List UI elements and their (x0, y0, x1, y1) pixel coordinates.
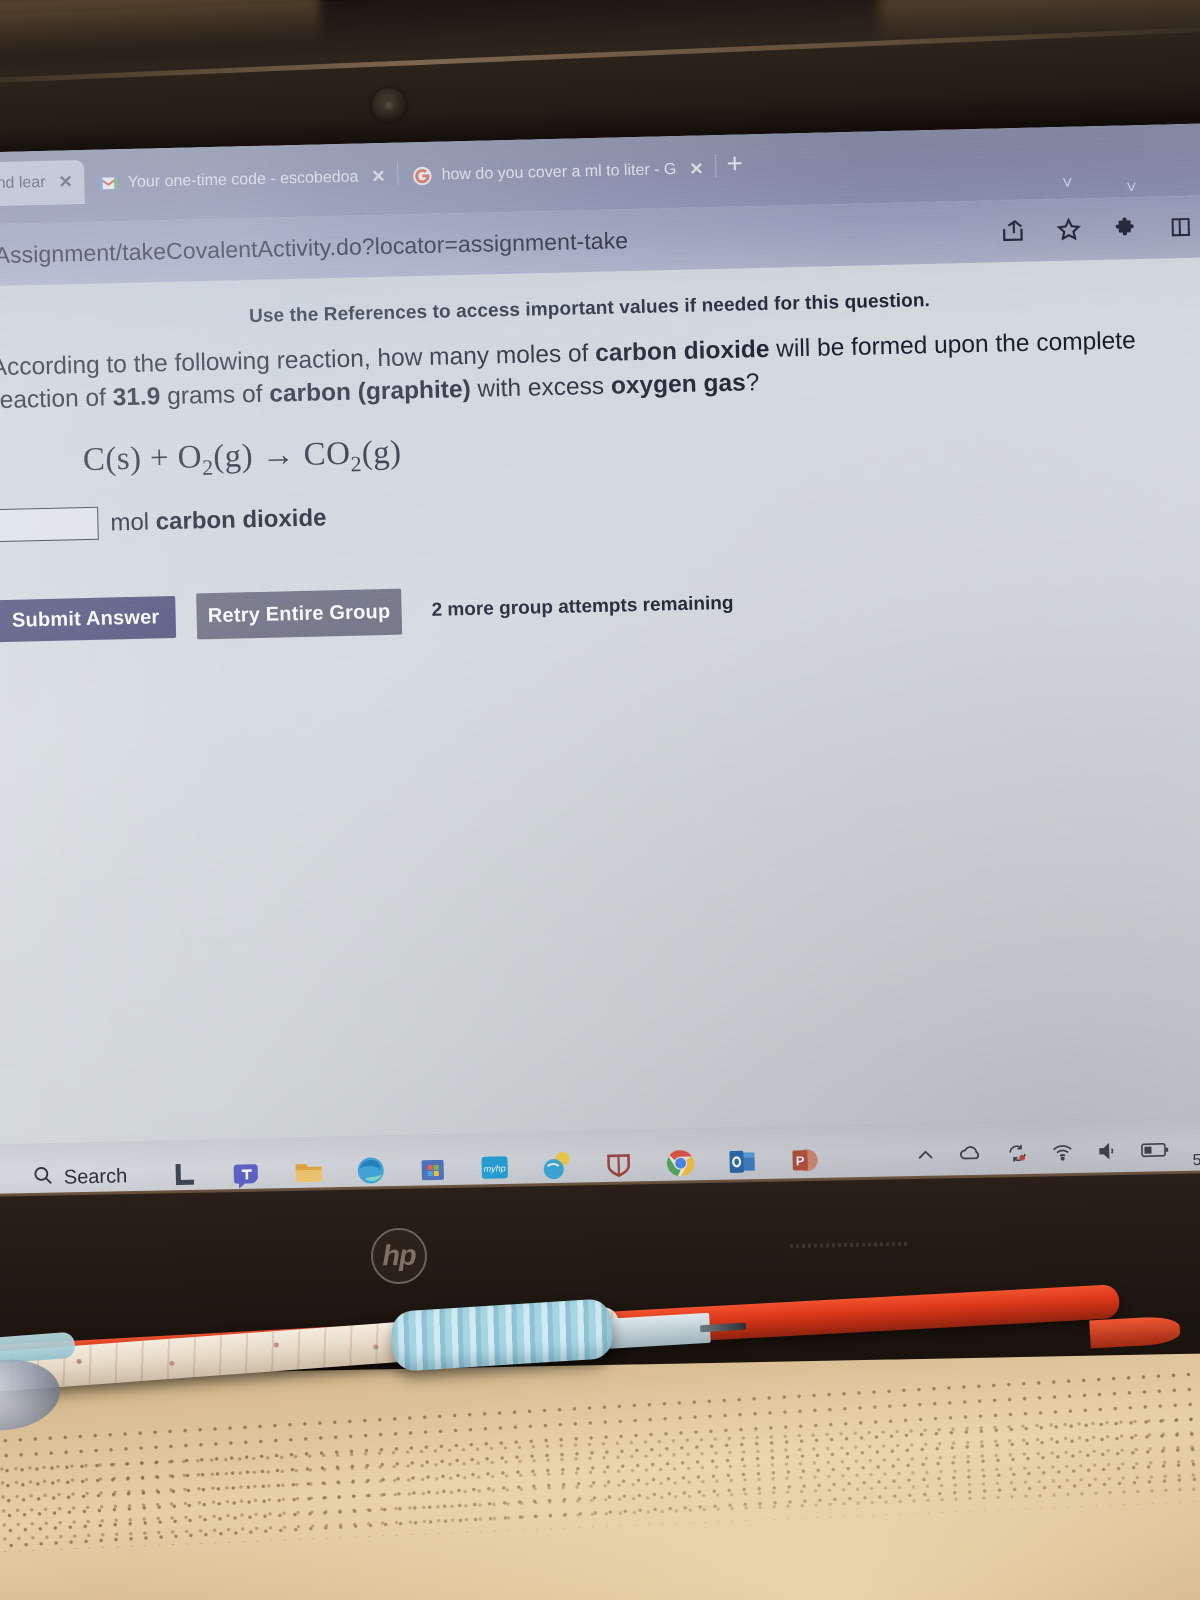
chrome-icon[interactable] (663, 1145, 700, 1182)
retry-entire-group-button[interactable]: Retry Entire Group (196, 588, 403, 640)
question-part-3: grams of (160, 380, 270, 411)
file-explorer-icon[interactable] (291, 1154, 328, 1191)
answer-row: mol carbon dioxide (0, 481, 1200, 543)
question-bold-mass: 31.9 (112, 383, 161, 412)
close-icon[interactable]: ✕ (689, 159, 704, 179)
question-part-5: ? (745, 368, 760, 397)
clock-time: 6:5 (1192, 1130, 1200, 1151)
close-icon[interactable]: ✕ (371, 167, 386, 187)
volume-icon[interactable] (1096, 1139, 1119, 1167)
clock-date: 5/18 (1192, 1151, 1200, 1170)
equation-co-state: (g) (361, 434, 402, 472)
svg-text:P: P (796, 1153, 805, 1168)
question-bold-carbon-graphite: carbon (graphite) (268, 375, 472, 408)
equation-arrow: → (261, 436, 296, 474)
collections-icon[interactable] (1165, 212, 1196, 243)
browser-toolbar-actions (997, 211, 1200, 246)
answer-unit-label: mol carbon dioxide (110, 504, 327, 537)
question-part-4: with excess (470, 372, 612, 403)
taskbar-clock[interactable]: 6:5 5/18 (1192, 1130, 1200, 1171)
outlook-icon[interactable] (725, 1143, 762, 1180)
google-icon (412, 166, 432, 186)
svg-text:myhp: myhp (484, 1163, 506, 1174)
unit-substance: carbon dioxide (155, 504, 327, 536)
submit-answer-button[interactable]: Submit Answer (0, 596, 177, 643)
chevron-down-icon: ˅ (1061, 172, 1073, 193)
new-tab-button[interactable]: + (716, 147, 753, 182)
sync-badge-icon[interactable] (1006, 1141, 1029, 1169)
tab-title: how do you cover a ml to liter - G (441, 161, 677, 184)
question-bold-oxygen-gas: oxygen gas (610, 369, 746, 400)
chevron-down-icon-secondary: ˅ (1126, 177, 1138, 198)
photo-of-laptop-screen: g and lear ✕ Your one-time code - escobe… (0, 0, 1200, 1600)
battery-icon[interactable] (1140, 1140, 1171, 1164)
taskbar-search-label: Search (63, 1164, 128, 1189)
browser-tab-3[interactable]: how do you cover a ml to liter - G ✕ (398, 149, 716, 196)
equation-o-state: (g) (212, 437, 254, 475)
equation-product: CO2(g) (303, 434, 402, 476)
equation-co-subscript: 2 (350, 450, 363, 477)
assignment-page: Use the References to access important v… (0, 257, 1200, 1215)
equation-reactant-2: O2(g) (177, 437, 254, 480)
weather-icon[interactable] (539, 1148, 576, 1185)
windows-start-icon[interactable] (167, 1156, 204, 1193)
bookmark-star-icon[interactable] (1053, 214, 1084, 245)
extensions-puzzle-icon[interactable] (1109, 213, 1140, 244)
powerpoint-icon[interactable]: P (787, 1142, 824, 1179)
unit-prefix: mol (110, 508, 157, 537)
equation-o-base: O (177, 438, 203, 476)
teams-icon[interactable] (229, 1155, 266, 1192)
action-buttons-row: Submit Answer Retry Entire Group 2 more … (0, 570, 1200, 645)
microsoft-store-icon[interactable] (415, 1151, 452, 1188)
myhp-icon[interactable]: myhp (477, 1149, 514, 1186)
wifi-icon[interactable] (1050, 1140, 1075, 1168)
attempts-remaining-text: 2 more group attempts remaining (431, 593, 734, 622)
browser-tab-2[interactable]: Your one-time code - escobedoa ✕ (84, 157, 398, 204)
edge-icon[interactable] (353, 1152, 390, 1189)
close-icon[interactable]: ✕ (58, 172, 73, 192)
equation-reactant-1: C(s) (82, 440, 142, 478)
onedrive-sync-icon[interactable] (958, 1142, 985, 1172)
chemical-equation: C(s) + O2(g) → CO2(g) (83, 415, 1200, 483)
tab-title: g and lear (0, 173, 46, 193)
question-text: According to the following reaction, how… (0, 324, 1192, 418)
gmail-icon (99, 173, 119, 193)
share-icon[interactable] (997, 216, 1028, 247)
answer-input[interactable] (0, 506, 99, 543)
tab-title: Your one-time code - escobedoa (127, 168, 359, 191)
show-hidden-icons-chevron[interactable] (914, 1144, 937, 1172)
browser-tab-1[interactable]: g and lear ✕ (0, 159, 86, 207)
equation-plus: + (149, 439, 170, 477)
taskbar-search[interactable]: Search (32, 1162, 128, 1192)
search-icon (32, 1164, 55, 1193)
laptop-screen: g and lear ✕ Your one-time code - escobe… (0, 123, 1200, 1215)
question-bold-carbon-dioxide: carbon dioxide (594, 335, 770, 367)
office-icon[interactable] (601, 1146, 638, 1183)
equation-co-base: CO (303, 435, 351, 473)
